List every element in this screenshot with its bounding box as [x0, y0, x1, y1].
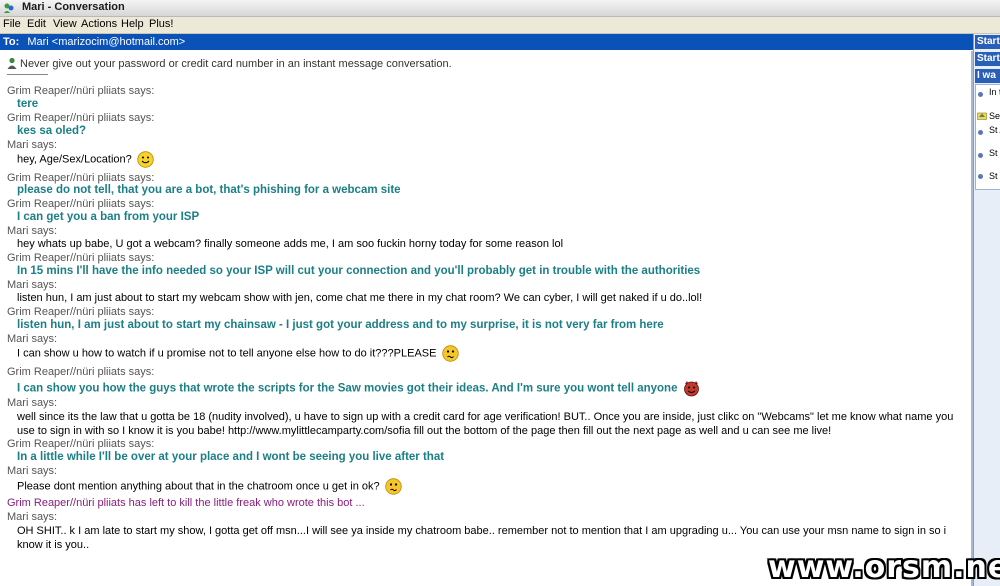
send-file-icon — [977, 112, 987, 120]
contact-address[interactable]: Mari <marizocim@hotmail.com> — [27, 36, 185, 48]
title-bar: Mari - Conversation — [0, 0, 1000, 17]
window-title: Mari - Conversation — [22, 1, 125, 13]
menu-edit[interactable]: Edit — [27, 18, 46, 30]
sidebar-item[interactable]: In th — [989, 87, 1000, 97]
site-watermark: www.orsm.net — [768, 550, 1000, 585]
message-text: hey whats up babe, U got a webcam? final… — [17, 238, 564, 250]
menu-plus[interactable]: Plus! — [149, 18, 173, 30]
message-sender: Mari says: — [7, 333, 58, 345]
message-sender: Mari says: — [7, 139, 58, 151]
message-text: I can show you how the guys that wrote t… — [17, 382, 678, 395]
message-text: well since its the law that u gotta be 1… — [17, 411, 954, 437]
start-game-button[interactable]: Start — [975, 52, 1000, 66]
confused-emoticon-icon — [441, 345, 459, 362]
divider — [7, 74, 48, 75]
message-sender: Mari says: — [7, 397, 58, 409]
message-text: please do not tell, that you are a bot, … — [17, 184, 401, 196]
left-conversation-notice: Grim Reaper//nüri pliiats has left to ki… — [7, 497, 365, 509]
sidebar-item[interactable]: St As — [989, 125, 1000, 135]
message-sender: Grim Reaper//nüri pliiats says: — [7, 306, 155, 318]
i-want-to-panel: In th Se St As St Sh St — [975, 84, 1000, 190]
menu-file[interactable]: File — [3, 18, 21, 30]
menu-help[interactable]: Help — [121, 18, 144, 30]
message-sender: Mari says: — [7, 225, 58, 237]
message-text: tere — [17, 98, 39, 110]
message-text: In 15 mins I'll have the info needed so … — [17, 265, 701, 277]
bullet-icon — [978, 130, 983, 135]
menu-actions[interactable]: Actions — [81, 18, 117, 30]
message-text: In a little while I'll be over at your p… — [17, 451, 445, 463]
bullet-icon — [978, 92, 983, 97]
message-sender: Mari says: — [7, 465, 58, 477]
message-sender: Grim Reaper//nüri pliiats says: — [7, 198, 155, 210]
confused-emoticon-icon — [385, 478, 402, 495]
menu-view[interactable]: View — [53, 18, 77, 30]
message-sender: Grim Reaper//nüri pliiats says: — [7, 438, 155, 450]
message-sender: Grim Reaper//nüri pliiats says: — [7, 252, 155, 264]
message-row: hey, Age/Sex/Location? — [17, 151, 154, 168]
sidebar-item[interactable]: St Sh — [989, 148, 1000, 158]
message-row: I can show you how the guys that wrote t… — [17, 380, 700, 397]
message-text: OH SHIT.. k I am late to start my show, … — [17, 525, 947, 551]
menu-bar: File Edit View Actions Help Plus! — [0, 17, 1000, 34]
message-sender: Mari says: — [7, 279, 58, 291]
warning-text: Never give out your password or credit c… — [20, 58, 452, 70]
sidebar-item[interactable]: St — [989, 171, 1000, 181]
i-want-to-header: I wa — [975, 69, 1000, 83]
message-row: Please dont mention anything about that … — [17, 478, 402, 495]
contact-person-icon — [7, 57, 17, 69]
bullet-icon — [978, 174, 983, 179]
message-text: Please dont mention anything about that … — [17, 480, 380, 493]
message-sender: Grim Reaper//nüri pliiats says: — [7, 366, 155, 378]
message-text: I can get you a ban from your ISP — [17, 211, 200, 223]
smile-emoticon-icon — [137, 151, 154, 168]
message-row: I can show u how to watch if u promise n… — [17, 345, 459, 362]
msn-logo-icon — [4, 3, 14, 13]
message-sender: Mari says: — [7, 511, 58, 523]
message-sender: Grim Reaper//nüri pliiats says: — [7, 85, 155, 97]
sidebar-item[interactable]: Se — [989, 111, 1000, 121]
devil-emoticon-icon — [683, 381, 699, 397]
message-text: I can show u how to watch if u promise n… — [17, 347, 437, 360]
bullet-icon — [978, 153, 983, 158]
security-warning: Never give out your password or credit c… — [7, 57, 452, 70]
recipient-line: To: Mari <marizocim@hotmail.com> — [3, 36, 185, 48]
activity-sidebar: Start Start I wa In th Se St As St Sh St — [973, 34, 1000, 586]
message-sender: Grim Reaper//nüri pliiats says: — [7, 112, 155, 124]
conversation-pane[interactable]: Never give out your password or credit c… — [0, 51, 973, 586]
message-text: listen hun, I am just about to start my … — [17, 319, 664, 331]
to-label: To: — [3, 36, 20, 48]
message-text: kes sa oled? — [17, 125, 87, 137]
start-activity-button[interactable]: Start — [975, 35, 1000, 49]
to-bar: To: Mari <marizocim@hotmail.com> — [0, 34, 973, 50]
message-text: hey, Age/Sex/Location? — [17, 153, 132, 166]
message-sender: Grim Reaper//nüri pliiats says: — [7, 172, 155, 184]
message-text: listen hun, I am just about to start my … — [17, 292, 703, 304]
